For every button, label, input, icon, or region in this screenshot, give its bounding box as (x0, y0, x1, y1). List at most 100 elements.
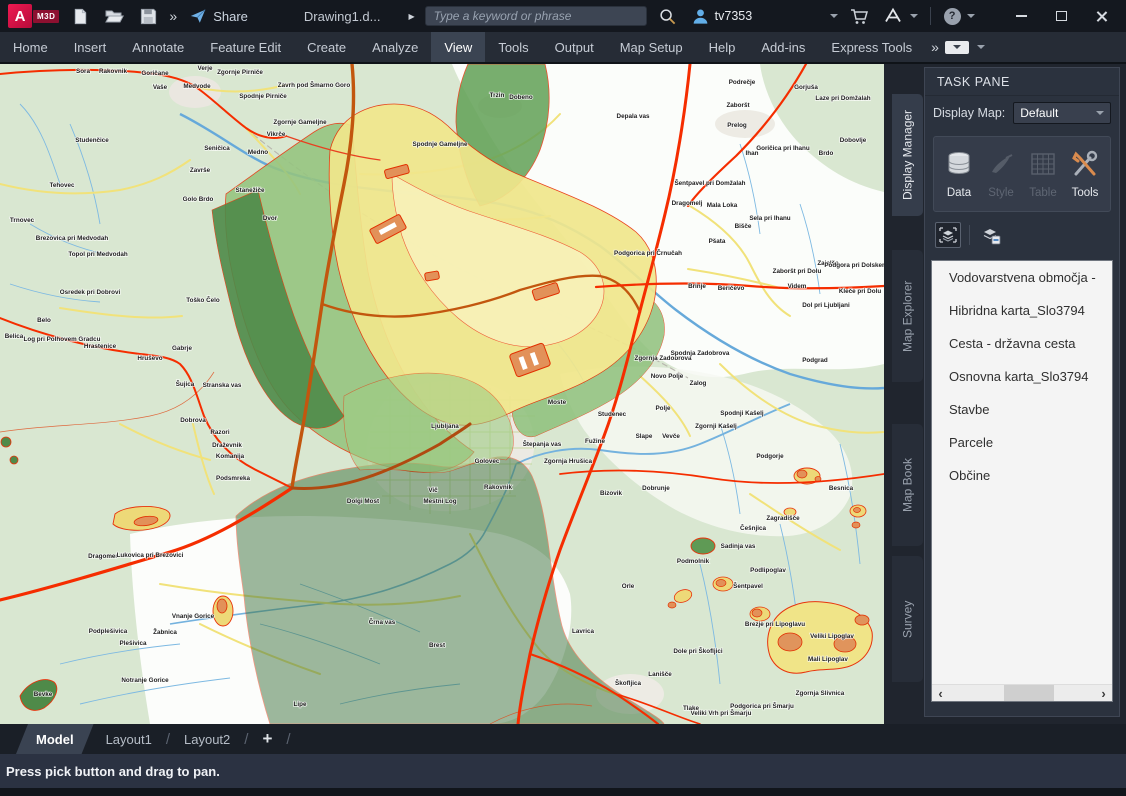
autodesk-app-button[interactable] (880, 3, 906, 29)
layer-item-cesta-dr-avna-cesta[interactable]: Cesta - državna cesta (932, 327, 1112, 360)
layer-item-vodovarstvena-obmo-ja[interactable]: Vodovarstvena območja - (932, 261, 1112, 294)
map-label-podgrad: Podgrad (802, 357, 828, 364)
user-dropdown-caret-icon[interactable] (830, 14, 838, 18)
maximize-button[interactable] (1048, 5, 1074, 27)
scroll-thumb[interactable] (1004, 685, 1054, 701)
layer-item-ob-ine[interactable]: Občine (932, 459, 1112, 492)
save-icon (139, 7, 158, 26)
map-label-zgornje-pirni-e: Zgornje Pirniče (217, 69, 263, 76)
close-button[interactable] (1088, 5, 1114, 27)
map-label-dragomelj: Dragomelj (672, 200, 703, 207)
layer-list-hscrollbar[interactable]: ‹ › (932, 684, 1112, 701)
map-label-brest: Brest (429, 642, 446, 649)
map-label-entpavel: Šentpavel (733, 581, 763, 590)
menu-view[interactable]: View (431, 32, 485, 62)
menu-create[interactable]: Create (294, 32, 359, 62)
autodesk-caret-icon[interactable] (910, 14, 918, 18)
taskpane-tools-button[interactable]: Tools (1064, 142, 1106, 206)
help-caret-icon[interactable] (967, 14, 975, 18)
tab-survey[interactable]: Survey (892, 556, 923, 682)
menu-expand-icon[interactable]: » (931, 39, 937, 55)
map-label-spodnje-gameljne: Spodnje Gameljne (413, 141, 468, 148)
open-file-button[interactable] (101, 3, 127, 29)
cart-icon (849, 6, 869, 26)
data-icon (944, 150, 974, 178)
save-button[interactable] (135, 3, 161, 29)
menu-feature-edit[interactable]: Feature Edit (197, 32, 294, 62)
map-label-vnanje-gorice: Vnanje Gorice (172, 613, 215, 620)
user-account[interactable]: tv7353 (691, 7, 753, 26)
menu-add-ins[interactable]: Add-ins (748, 32, 818, 62)
map-label-podgora-pri-dolskem: Podgora pri Dolskem (824, 262, 884, 269)
map-label-seni-ica: Seničica (204, 145, 230, 152)
map-label-zabor-t: Zaboršt (726, 102, 750, 109)
tab-layout2[interactable]: Layout2 (172, 724, 242, 754)
menu-annotate[interactable]: Annotate (119, 32, 197, 62)
share-button[interactable]: Share (189, 7, 248, 25)
layer-item-osnovna-karta-slo3794[interactable]: Osnovna karta_Slo3794 (932, 360, 1112, 393)
map-label-ple-ivica: Plešivica (120, 640, 147, 647)
menu-express-tools[interactable]: Express Tools (818, 32, 925, 62)
menu-insert[interactable]: Insert (61, 32, 120, 62)
toolbar-expand-icon[interactable]: » (169, 8, 175, 24)
layer-item-parcele[interactable]: Parcele (932, 426, 1112, 459)
minimize-button[interactable] (1008, 5, 1034, 27)
map-label-medno: Medno (248, 149, 268, 156)
map-label-rakovnik: Rakovnik (99, 68, 127, 75)
map-label-prelog: Prelog (727, 122, 747, 129)
autocad-logo[interactable]: A M3D (8, 4, 59, 28)
menu-home[interactable]: Home (0, 32, 61, 62)
map-label-vikr-e: Vikrče (267, 131, 286, 138)
store-button[interactable] (846, 3, 872, 29)
layer-item-hibridna-karta-slo3794[interactable]: Hibridna karta_Slo3794 (932, 294, 1112, 327)
data-icon (944, 150, 974, 183)
menu-output[interactable]: Output (542, 32, 607, 62)
map-label-brezje-pri-lipoglavu: Brezje pri Lipoglavu (745, 621, 805, 628)
map-label-medvode: Medvode (183, 83, 211, 90)
map-label-dvor: Dvor (263, 215, 278, 222)
layer-item-stavbe[interactable]: Stavbe (932, 393, 1112, 426)
search-box[interactable] (425, 6, 647, 26)
workspace-dropdown[interactable] (945, 41, 969, 54)
window-bottom-edge (0, 788, 1126, 796)
map-viewport[interactable]: SoraRakovnikGoričaneMedvodeVašeVerjeZgor… (0, 64, 884, 724)
map-label-zavr-e: Završe (190, 167, 211, 174)
map-label-zavrh-pod-marno-goro: Zavrh pod Šmarno Goro (278, 80, 351, 89)
search-input[interactable] (426, 9, 646, 23)
map-label-notranje-gorice: Notranje Gorice (121, 677, 169, 684)
map-label-log-pri-polhovem-gradcu: Log pri Polhovem Gradcu (24, 336, 101, 343)
new-file-button[interactable] (67, 3, 93, 29)
map-label-orle: Orle (622, 583, 635, 590)
tab-map-book[interactable]: Map Book (892, 424, 923, 546)
add-layer-button[interactable] (978, 222, 1004, 248)
menu-caret-icon[interactable] (977, 45, 985, 49)
map-label-trzin: Trzin (490, 92, 505, 99)
map-label-slape: Slape (636, 433, 653, 440)
add-layout-button[interactable]: + (250, 729, 284, 749)
help-button[interactable]: ? (939, 3, 965, 29)
table-icon (1028, 150, 1058, 178)
scroll-left-icon[interactable]: ‹ (932, 685, 949, 702)
menu-analyze[interactable]: Analyze (359, 32, 431, 62)
tab-layout1[interactable]: Layout1 (94, 724, 164, 754)
style-icon (986, 150, 1016, 183)
search-history-arrow-icon[interactable]: ▶ (408, 12, 414, 21)
tab-display-manager[interactable]: Display Manager (892, 94, 923, 216)
layout-tab-separator: / (164, 731, 172, 748)
tab-map-explorer[interactable]: Map Explorer (892, 250, 923, 382)
taskpane-data-button[interactable]: Data (938, 142, 980, 206)
scroll-right-icon[interactable]: › (1095, 685, 1112, 702)
layer-items: Vodovarstvena območja -Hibridna karta_Sl… (932, 261, 1112, 492)
scroll-track[interactable] (949, 685, 1095, 701)
layer-list: Vodovarstvena območja -Hibridna karta_Sl… (931, 260, 1113, 702)
tools-icon (1070, 150, 1100, 183)
menu-help[interactable]: Help (696, 32, 749, 62)
search-button[interactable] (655, 3, 681, 29)
map-label-moste: Moste (548, 399, 567, 406)
map-label-sela-pri-ihanu: Sela pri Ihanu (749, 215, 790, 222)
tab-model[interactable]: Model (16, 724, 94, 754)
groups-button[interactable] (935, 222, 961, 248)
menu-tools[interactable]: Tools (485, 32, 541, 62)
menu-map-setup[interactable]: Map Setup (607, 32, 696, 62)
display-map-dropdown[interactable]: Default (1013, 102, 1111, 124)
